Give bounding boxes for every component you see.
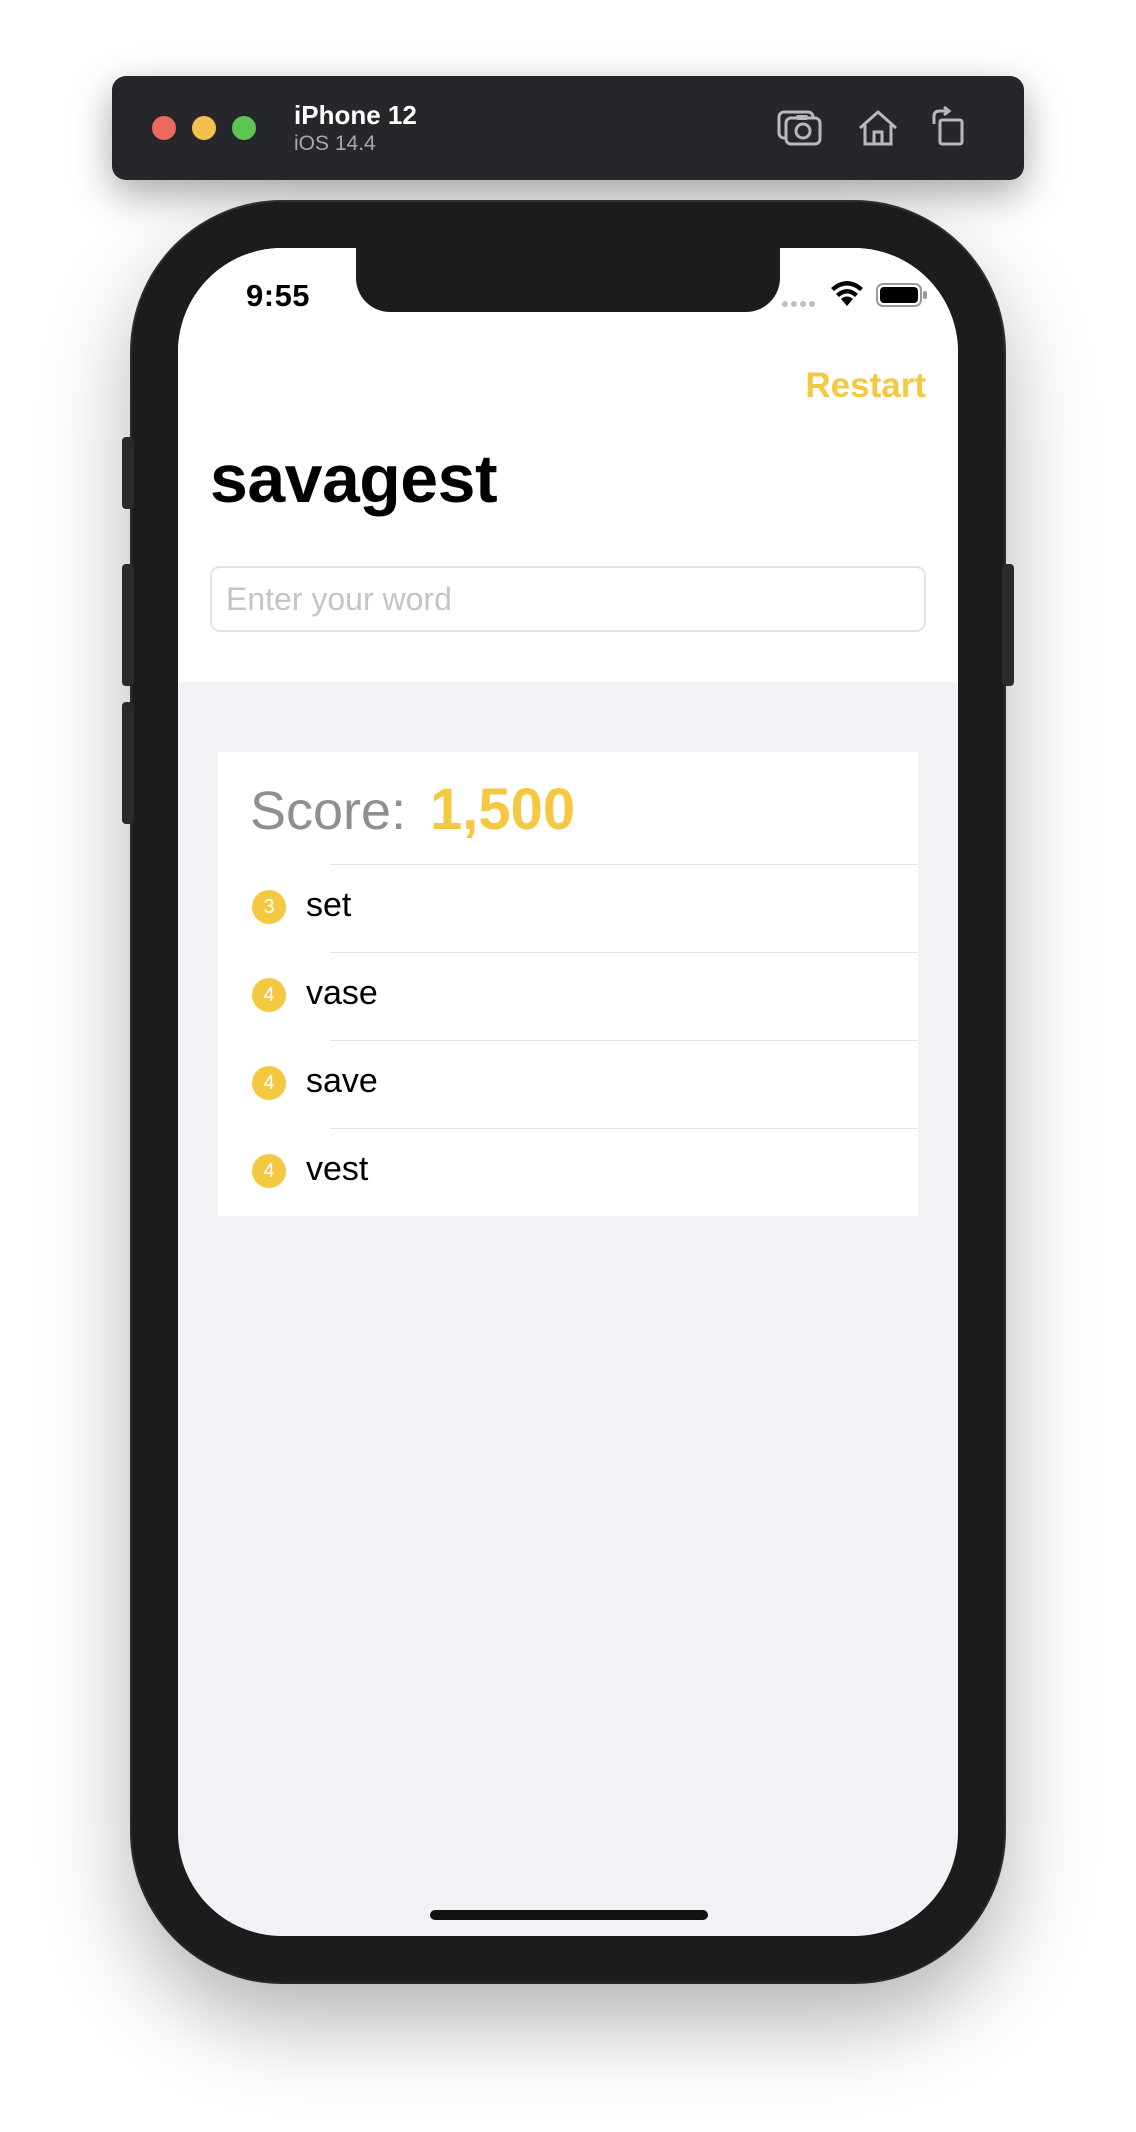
score-row: Score: 1,500 [218,752,918,864]
wifi-icon [831,281,863,306]
page-title: savagest [210,441,498,517]
home-icon[interactable] [854,106,902,150]
power-button [1002,564,1014,686]
points-badge: 4 [252,978,286,1012]
os-version: iOS 14.4 [294,132,376,155]
volume-up-button [122,564,134,686]
silent-switch [122,437,134,509]
list-item[interactable]: 4 vest [218,1128,918,1216]
divider [330,864,918,865]
notch [356,248,780,312]
divider [330,1040,918,1041]
home-indicator[interactable] [430,1910,708,1920]
list-item[interactable]: 4 save [218,1040,918,1128]
score-list: Score: 1,500 3 set 4 vase 4 save 4 vest [218,752,918,1216]
screenshot-icon[interactable] [776,106,824,150]
status-time: 9:55 [246,278,311,313]
device-screen: 9:55 Restart savagest Score: 1,500 [178,248,958,1936]
rotate-icon[interactable] [926,105,974,150]
list-item[interactable]: 3 set [218,864,918,952]
close-window-button[interactable] [152,116,176,140]
zoom-window-button[interactable] [232,116,256,140]
device-name: iPhone 12 [294,100,417,130]
status-icons [782,280,932,310]
points-badge: 4 [252,1154,286,1188]
list-item[interactable]: 4 vase [218,952,918,1040]
word-label: set [306,886,352,924]
divider [330,952,918,953]
divider [330,1128,918,1129]
simulator-toolbar: iPhone 12 iOS 14.4 [112,76,1024,180]
score-label: Score: [250,781,407,841]
battery-icon [876,283,927,307]
word-label: vest [306,1150,369,1188]
points-badge: 4 [252,1066,286,1100]
volume-down-button [122,702,134,824]
restart-button[interactable]: Restart [805,366,926,406]
score-value: 1,500 [430,777,576,842]
header-area: 9:55 Restart savagest [178,248,958,682]
cellular-signal-icon [782,294,818,312]
points-badge: 3 [252,890,286,924]
word-label: save [306,1062,378,1100]
word-input[interactable] [210,566,926,632]
word-label: vase [306,974,378,1012]
minimize-window-button[interactable] [192,116,216,140]
